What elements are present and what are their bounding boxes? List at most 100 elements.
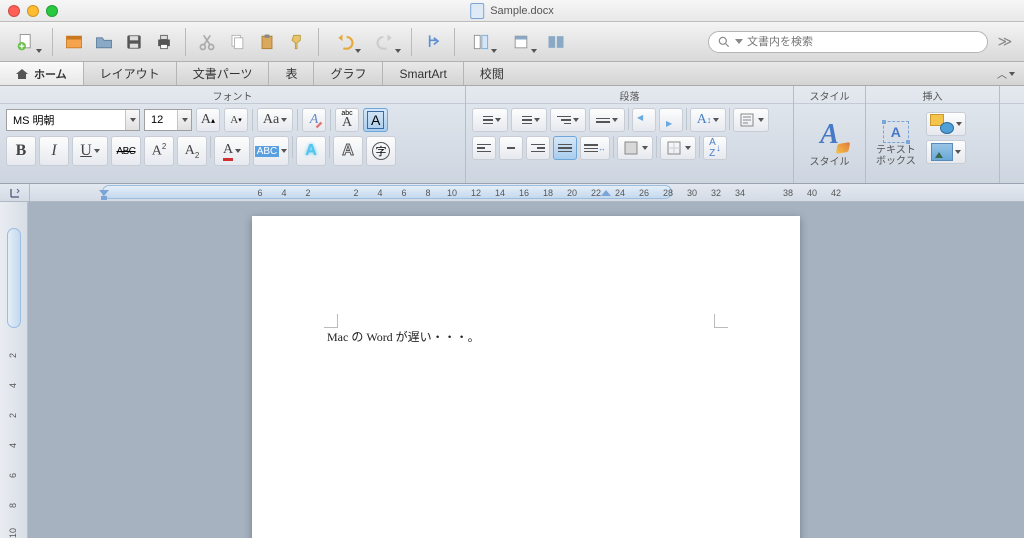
phonetic-guide-button[interactable]: abcA (335, 108, 359, 132)
search-dropdown-icon[interactable] (735, 39, 743, 44)
font-name-combo[interactable]: MS 明朝 (6, 109, 140, 131)
paste-button[interactable] (254, 29, 280, 55)
grow-font-button[interactable]: A▴ (196, 108, 220, 132)
window-zoom-button[interactable] (46, 5, 58, 17)
multilevel-list-button[interactable] (550, 108, 586, 132)
redo-button[interactable] (367, 29, 403, 55)
margin-marker-top-left (324, 314, 338, 328)
bullet-list-button[interactable] (472, 108, 508, 132)
format-painter-button[interactable] (284, 29, 310, 55)
text-direction-button[interactable]: A↕ (690, 108, 726, 132)
wordart-button[interactable]: A (333, 136, 363, 166)
tab-home[interactable]: ホーム (0, 62, 84, 85)
margin-marker-top-right (714, 314, 728, 328)
copy-button[interactable] (224, 29, 250, 55)
ruler-number: 38 (778, 188, 798, 198)
clear-formatting-button[interactable]: A (302, 108, 326, 132)
distribute-button[interactable]: ↔ (580, 136, 610, 160)
new-document-button[interactable] (8, 29, 44, 55)
character-border-button[interactable]: A (363, 108, 388, 132)
window-close-button[interactable] (8, 5, 20, 17)
vruler-number: 10 (8, 528, 18, 538)
search-input[interactable] (747, 36, 979, 48)
number-list-button[interactable] (511, 108, 547, 132)
change-case-button[interactable]: Aa (257, 108, 293, 132)
tab-smartart[interactable]: SmartArt (383, 62, 463, 85)
shading-button[interactable] (617, 136, 653, 160)
expand-toolbar-button[interactable]: ≫ (994, 31, 1016, 53)
open-button[interactable] (91, 29, 117, 55)
document-canvas[interactable]: Mac の Word が遅い・・・。 (28, 202, 1024, 538)
window-minimize-button[interactable] (27, 5, 39, 17)
line-spacing-button[interactable] (589, 108, 625, 132)
highlight-button[interactable]: ABC (253, 136, 289, 166)
picture-button[interactable] (926, 140, 966, 164)
shapes-icon (930, 114, 954, 134)
font-color-button[interactable]: A (214, 136, 250, 166)
document-text[interactable]: Mac の Word が遅い・・・。 (327, 328, 480, 345)
italic-button[interactable]: I (39, 136, 69, 166)
font-group-header: フォント (0, 86, 465, 104)
undo-button[interactable] (327, 29, 363, 55)
tab-parts[interactable]: 文書パーツ (177, 62, 270, 85)
decrease-indent-button[interactable] (632, 108, 656, 132)
show-hide-button[interactable] (503, 29, 539, 55)
sort-button[interactable]: AZ↓ (703, 136, 727, 160)
bold-button[interactable]: B (6, 136, 36, 166)
tab-chart[interactable]: グラフ (314, 62, 383, 85)
font-name-value: MS 明朝 (13, 112, 55, 128)
ruler-number: 18 (538, 188, 558, 198)
ruler-number: 4 (370, 188, 390, 198)
superscript-button[interactable]: A2 (144, 136, 174, 166)
tab-table[interactable]: 表 (269, 62, 314, 85)
borders-button[interactable] (660, 136, 696, 160)
textbox-label: テキスト ボックス (876, 145, 916, 167)
enclose-characters-button[interactable]: 字 (366, 136, 396, 166)
align-right-button[interactable] (526, 136, 550, 160)
align-left-button[interactable] (472, 136, 496, 160)
ribbon-collapse-button[interactable]: ︿ (988, 62, 1024, 85)
cut-button[interactable] (194, 29, 220, 55)
ruler-number: 24 (610, 188, 630, 198)
vertical-ruler[interactable]: 24246810 (0, 202, 28, 538)
ruler-number: 40 (802, 188, 822, 198)
ruler-number: 10 (442, 188, 462, 198)
ruler-number: 34 (730, 188, 750, 198)
vruler-number: 4 (8, 378, 18, 388)
show-formatting-button[interactable] (733, 108, 769, 132)
shapes-button[interactable] (926, 112, 966, 136)
styles-button[interactable]: A スタイル (794, 104, 865, 183)
font-size-combo[interactable]: 12 (144, 109, 192, 131)
styles-label: スタイル (810, 153, 850, 168)
styles-icon: A (820, 119, 839, 151)
columns-button[interactable] (463, 29, 499, 55)
sidebar-toggle-button[interactable] (543, 29, 569, 55)
strikethrough-button[interactable]: ABC (111, 136, 141, 166)
search-box[interactable] (708, 31, 988, 53)
shrink-font-button[interactable]: A▾ (224, 108, 248, 132)
textbox-button[interactable]: A テキスト ボックス (872, 108, 920, 179)
increase-indent-button[interactable] (659, 108, 683, 132)
save-button[interactable] (121, 29, 147, 55)
ruler-number: 8 (418, 188, 438, 198)
ruler-number: 12 (466, 188, 486, 198)
subscript-button[interactable]: A2 (177, 136, 207, 166)
tab-layout[interactable]: レイアウト (84, 62, 177, 85)
underline-button[interactable]: U (72, 136, 108, 166)
font-size-value: 12 (151, 114, 163, 126)
horizontal-ruler[interactable]: 642246810121416182022242628303234384042 (0, 184, 1024, 202)
first-line-indent-marker[interactable] (99, 186, 109, 202)
style-group-header: スタイル (794, 86, 865, 104)
align-justify-button[interactable] (553, 136, 577, 160)
vruler-number: 4 (8, 438, 18, 448)
tab-review[interactable]: 校閲 (464, 62, 520, 85)
page[interactable]: Mac の Word が遅い・・・。 (252, 216, 800, 538)
document-area: 24246810 Mac の Word が遅い・・・。 (0, 202, 1024, 538)
text-effects-button[interactable]: A (296, 136, 326, 166)
print-button[interactable] (151, 29, 177, 55)
template-button[interactable] (61, 29, 87, 55)
ruler-corner-icon[interactable] (0, 184, 30, 201)
ruler-number: 42 (826, 188, 846, 198)
link-button[interactable] (420, 29, 446, 55)
align-center-button[interactable] (499, 136, 523, 160)
